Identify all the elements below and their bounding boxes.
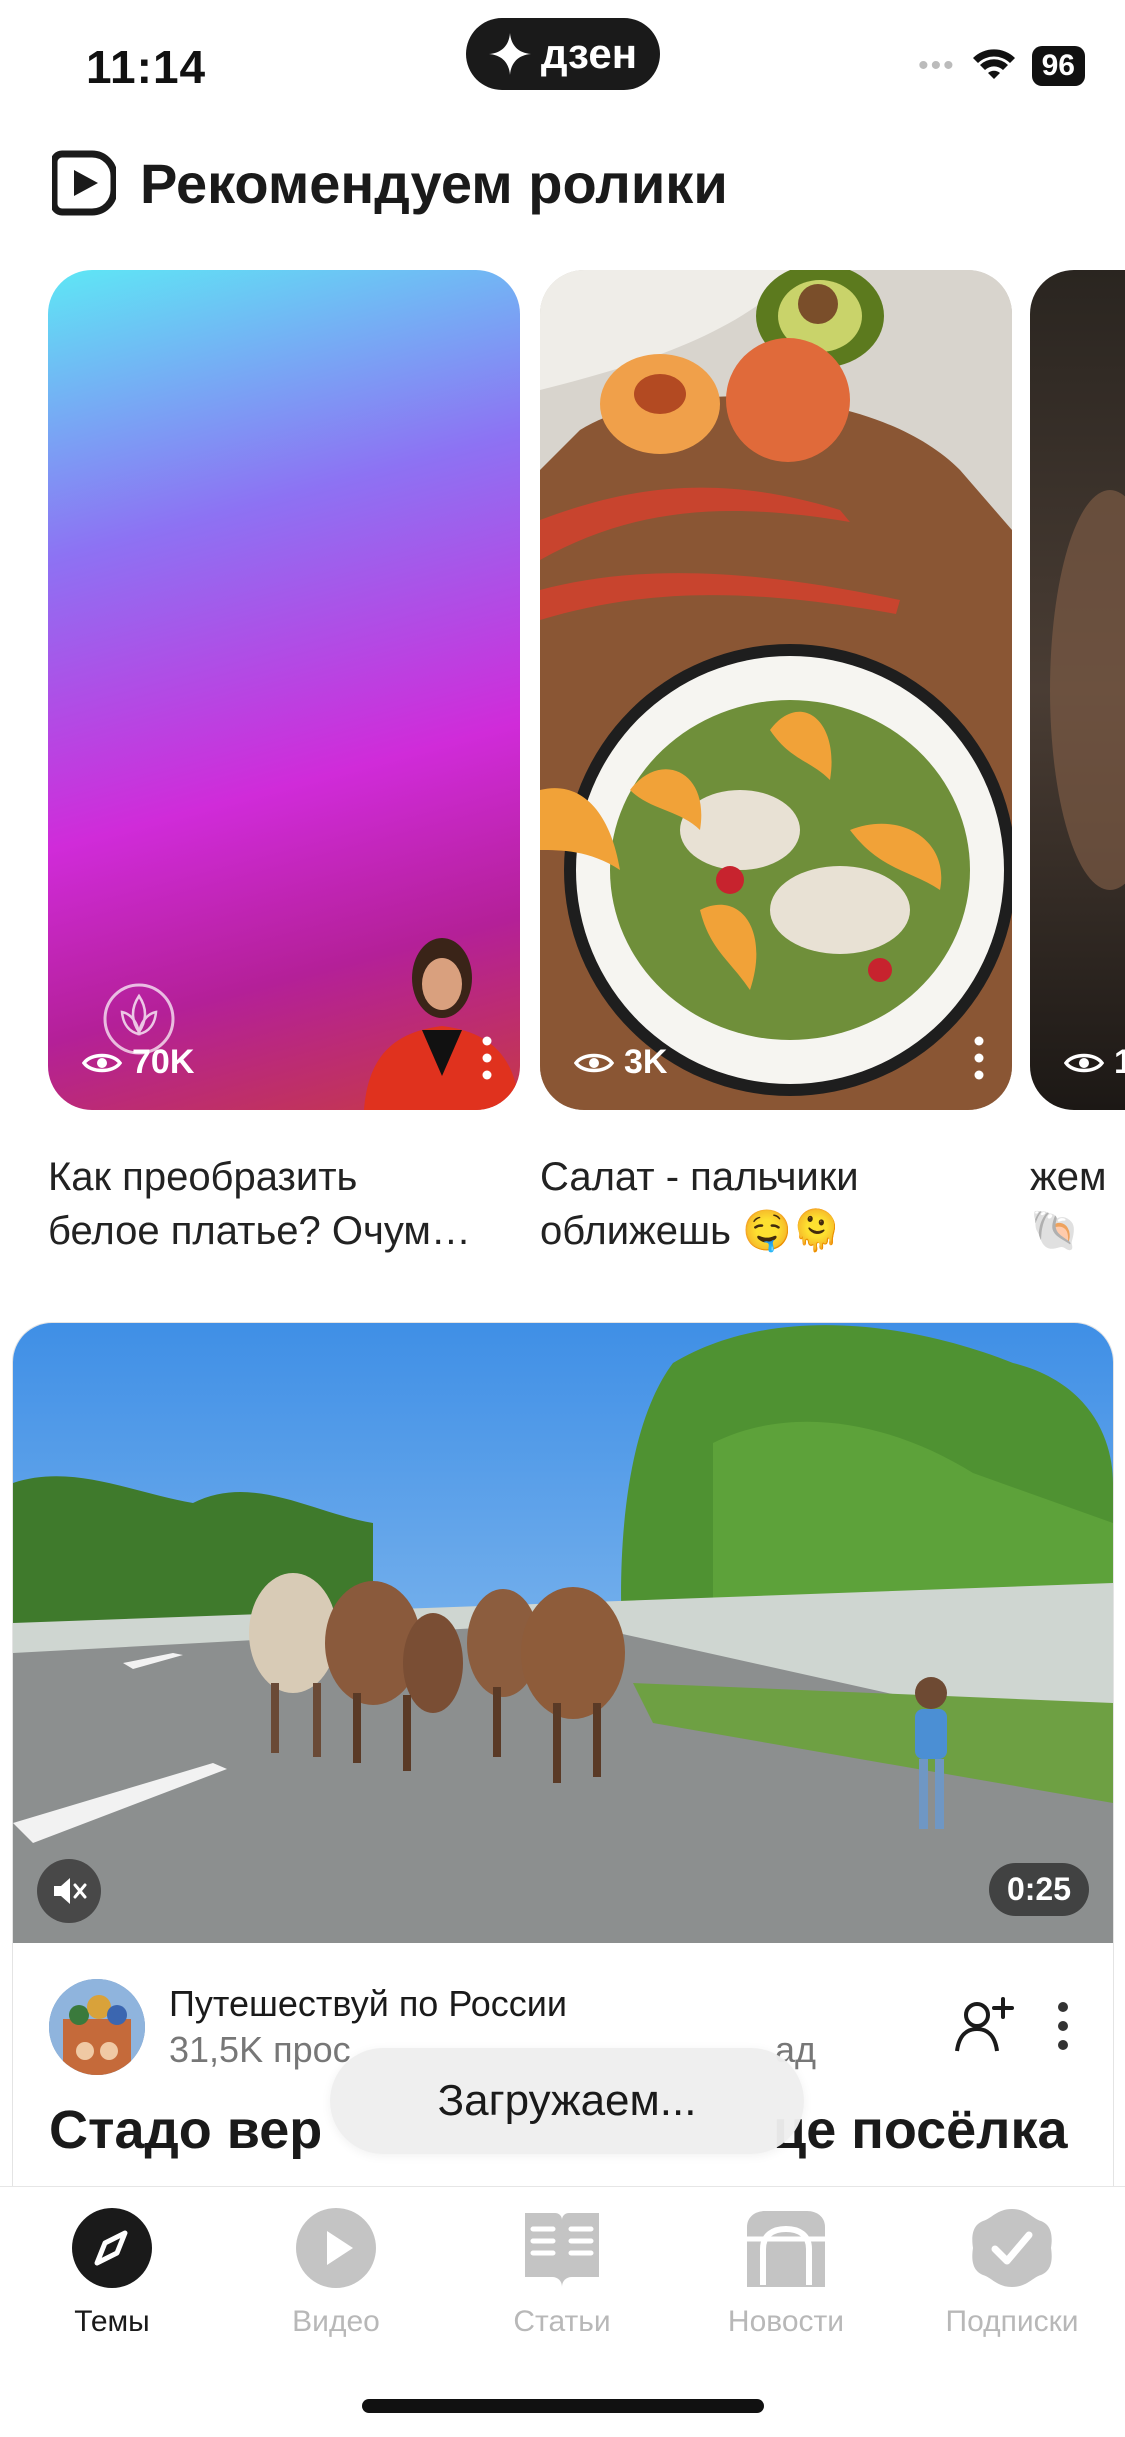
channel-avatar[interactable] [49,1979,145,2075]
caption-line: белое платье? Очум… [48,1209,471,1253]
shorts-play-icon [52,150,116,216]
short-caption[interactable]: Как преобразить белое платье? Очум… [48,1150,520,1258]
view-count: 1 [1064,1043,1125,1082]
muted-speaker-icon [54,1878,87,1904]
tab-articles[interactable]: Статьи [462,2203,662,2363]
subscriptions-check-icon [972,2209,1052,2287]
tab-subscriptions[interactable]: Подписки [912,2203,1112,2363]
view-count-label: 1 [1114,1043,1125,1081]
view-count: 3K [574,1043,667,1082]
video-player[interactable]: 0:25 [13,1323,1113,1943]
caption-line: Как преобразить [48,1155,358,1199]
eye-icon [1064,1053,1104,1072]
tab-label: Темы [74,2305,150,2338]
tab-news[interactable]: Новости [686,2203,886,2363]
view-count-label: 3K [624,1043,668,1081]
status-indicators: ••• 96 [918,46,1085,86]
loading-toast: Загружаем... [330,2048,804,2154]
caption-line: 🐚 [1030,1209,1080,1253]
short-card[interactable]: 70K [48,270,520,1110]
subscribe-icon[interactable] [953,1995,1015,2055]
shorts-carousel[interactable]: 70K 3K 1 Как преобразить белое платье? О… [0,270,1125,1270]
short-caption[interactable]: жем 🐚 [1030,1150,1125,1258]
caption-line: жем [1030,1155,1107,1199]
wifi-icon [972,49,1015,79]
section-header: Рекомендуем ролики [52,148,728,218]
video-play-icon [296,2208,376,2288]
video-title[interactable]: Стадо вер [49,2099,322,2161]
tab-bar: Темы Видео Статьи Новости Подписки [0,2186,1125,2437]
eye-icon [574,1053,614,1072]
tab-video[interactable]: Видео [236,2203,436,2363]
channel-meta: 31,5K прос [169,2029,351,2070]
short-card[interactable]: 3K [540,270,1012,1110]
tab-label: Новости [727,2305,845,2338]
presenter-figure [364,938,520,1110]
status-bar: 11:14 дзен ••• 96 [0,0,1125,130]
signal-icon: ••• [918,49,956,82]
caption-line: оближешь 🤤🫠 [540,1209,842,1253]
video-thumbnail [13,1323,1113,1943]
caption-line: Салат - пальчики [540,1155,859,1199]
section-title: Рекомендуем ролики [140,151,728,215]
view-count-label: 70K [132,1043,195,1081]
view-count: 70K [82,1043,194,1082]
book-icon [525,2213,599,2287]
short-thumbnail [1050,490,1125,890]
tab-label: Видео [292,2305,380,2338]
newspaper-icon [747,2211,825,2287]
tab-label: Подписки [945,2305,1079,2338]
brand-name: дзен [540,30,638,77]
eye-icon [82,1053,122,1072]
more-icon[interactable] [1057,2001,1069,2051]
channel-name[interactable]: Путешествуй по России [169,1983,567,2025]
battery-indicator: 96 [1031,46,1085,86]
compass-icon [72,2208,152,2288]
salad-thumbnail [540,270,1012,1110]
tab-label: Статьи [513,2305,611,2338]
mute-button[interactable] [37,1859,101,1923]
status-time: 11:14 [86,41,207,93]
video-duration: 0:25 [988,1863,1089,1916]
tab-topics[interactable]: Темы [12,2203,212,2363]
video-title-tail[interactable]: це посёлка [773,2099,1068,2161]
home-indicator[interactable] [362,2399,764,2413]
dzen-star-icon [488,33,531,75]
dzen-brand-pill[interactable]: дзен [466,18,660,90]
short-caption[interactable]: Салат - пальчики оближешь 🤤🫠 [540,1150,1012,1258]
more-icon[interactable] [974,1036,984,1080]
channel-avatar-image [49,1979,145,2075]
more-icon[interactable] [482,1036,492,1080]
short-card[interactable]: 1 [1030,270,1125,1110]
